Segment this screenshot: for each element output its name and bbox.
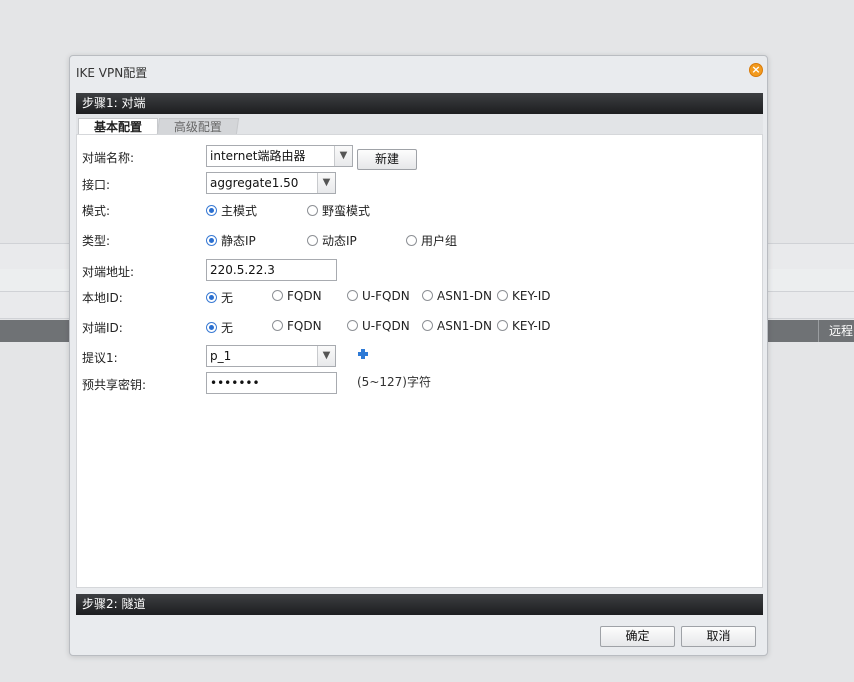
local-id-asn1dn-text: ASN1-DN [437, 289, 492, 303]
radio-unchecked-icon [347, 290, 358, 301]
local-id-fqdn-text: FQDN [287, 289, 322, 303]
radio-checked-icon [206, 322, 217, 333]
radio-unchecked-icon [497, 320, 508, 331]
peer-id-keyid-radio[interactable]: KEY-ID [497, 319, 550, 333]
interface-label: 接口: [82, 178, 111, 192]
interface-select[interactable]: aggregate1.50 ▼ [206, 172, 336, 194]
new-peer-button[interactable]: 新建 [357, 149, 417, 170]
peer-name-select[interactable]: internet端路由器 ▼ [206, 145, 353, 167]
type-user-group-text: 用户组 [421, 234, 458, 248]
close-icon[interactable]: × [749, 63, 763, 77]
local-id-label: 本地ID: [82, 291, 123, 305]
local-id-keyid-radio[interactable]: KEY-ID [497, 289, 550, 303]
peer-name-label: 对端名称: [82, 151, 135, 165]
radio-unchecked-icon [307, 235, 318, 246]
cancel-button[interactable]: 取消 [681, 626, 756, 647]
tab-advanced-label: 高级配置 [173, 120, 222, 134]
mode-main-text: 主模式 [221, 204, 258, 218]
peer-id-asn1dn-text: ASN1-DN [437, 319, 492, 333]
peer-id-asn1dn-radio[interactable]: ASN1-DN [422, 319, 492, 333]
peer-address-label: 对端地址: [82, 265, 135, 279]
chevron-down-icon[interactable]: ▼ [334, 146, 352, 166]
type-dynamic-text: 动态IP [322, 234, 357, 248]
radio-checked-icon [206, 292, 217, 303]
proposal1-label: 提议1: [82, 351, 118, 365]
type-label: 类型: [82, 234, 111, 248]
step2-header[interactable]: 步骤2: 隧道 [76, 594, 763, 615]
psk-length-hint: (5~127)字符 [357, 375, 431, 389]
plus-icon[interactable] [358, 349, 368, 359]
radio-unchecked-icon [406, 235, 417, 246]
dialog-title: IKE VPN配置 [76, 66, 148, 80]
peer-id-none-radio[interactable]: 无 [206, 319, 233, 336]
tab-strip: 基本配置 高级配置 [76, 114, 763, 134]
local-id-ufqdn-text: U-FQDN [362, 289, 410, 303]
peer-id-fqdn-text: FQDN [287, 319, 322, 333]
mode-main-radio[interactable]: 主模式 [206, 202, 257, 219]
background-column-header: 远程 [818, 320, 854, 342]
local-id-ufqdn-radio[interactable]: U-FQDN [347, 289, 410, 303]
radio-unchecked-icon [347, 320, 358, 331]
ike-vpn-dialog: IKE VPN配置 × 步骤1: 对端 基本配置 高级配置 对端名称: inte… [69, 55, 768, 656]
proposal1-value: p_1 [210, 349, 232, 363]
local-id-none-text: 无 [221, 291, 234, 305]
radio-unchecked-icon [307, 205, 318, 216]
radio-unchecked-icon [422, 320, 433, 331]
mode-aggressive-text: 野蛮模式 [322, 204, 371, 218]
radio-unchecked-icon [272, 320, 283, 331]
tab-basic-config[interactable]: 基本配置 [78, 118, 158, 134]
peer-id-fqdn-radio[interactable]: FQDN [272, 319, 322, 333]
radio-unchecked-icon [272, 290, 283, 301]
local-id-asn1dn-radio[interactable]: ASN1-DN [422, 289, 492, 303]
radio-unchecked-icon [422, 290, 433, 301]
radio-checked-icon [206, 235, 217, 246]
local-id-fqdn-radio[interactable]: FQDN [272, 289, 322, 303]
peer-id-ufqdn-radio[interactable]: U-FQDN [347, 319, 410, 333]
interface-value: aggregate1.50 [210, 176, 299, 190]
radio-unchecked-icon [497, 290, 508, 301]
radio-checked-icon [206, 205, 217, 216]
type-user-group-radio[interactable]: 用户组 [406, 232, 457, 249]
step1-header: 步骤1: 对端 [76, 93, 763, 114]
peer-id-none-text: 无 [221, 321, 234, 335]
type-static-ip-radio[interactable]: 静态IP [206, 232, 256, 249]
peer-name-value: internet端路由器 [210, 149, 306, 163]
proposal1-select[interactable]: p_1 ▼ [206, 345, 336, 367]
mode-label: 模式: [82, 204, 111, 218]
tab-advanced-config[interactable]: 高级配置 [156, 118, 240, 134]
type-dynamic-ip-radio[interactable]: 动态IP [307, 232, 357, 249]
chevron-down-icon[interactable]: ▼ [317, 173, 335, 193]
psk-label: 预共享密钥: [82, 378, 147, 392]
peer-id-ufqdn-text: U-FQDN [362, 319, 410, 333]
local-id-none-radio[interactable]: 无 [206, 289, 233, 306]
peer-id-label: 对端ID: [82, 321, 123, 335]
mode-aggressive-radio[interactable]: 野蛮模式 [307, 202, 370, 219]
chevron-down-icon[interactable]: ▼ [317, 346, 335, 366]
peer-id-keyid-text: KEY-ID [512, 319, 551, 333]
local-id-keyid-text: KEY-ID [512, 289, 551, 303]
peer-address-input[interactable]: 220.5.22.3 [206, 259, 337, 281]
basic-config-panel: 对端名称: internet端路由器 ▼ 新建 接口: aggregate1.5… [76, 134, 763, 588]
psk-input[interactable]: ••••••• [206, 372, 337, 394]
ok-button[interactable]: 确定 [600, 626, 675, 647]
type-static-text: 静态IP [221, 234, 256, 248]
